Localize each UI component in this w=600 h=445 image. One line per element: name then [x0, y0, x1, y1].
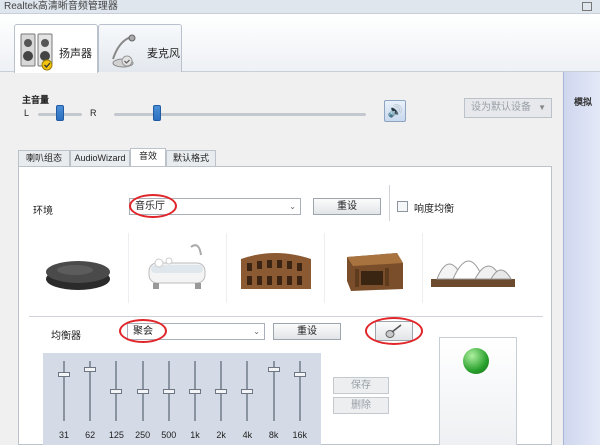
equalizer-highlight-oval: [119, 319, 167, 343]
eq-band-knob[interactable]: [293, 372, 306, 377]
microphone-icon: [112, 34, 136, 68]
environment-thumbnail[interactable]: [31, 233, 129, 303]
volume-track[interactable]: [114, 113, 366, 116]
loudness-checkbox[interactable]: [397, 201, 408, 212]
chevron-down-icon: ⌄: [289, 202, 296, 211]
save-button[interactable]: 保存: [333, 377, 389, 394]
delete-button[interactable]: 删除: [333, 397, 389, 414]
balance-left-label: L: [24, 108, 30, 118]
side-panel: 模拟: [563, 72, 600, 445]
eq-band-knob[interactable]: [241, 388, 254, 394]
window-title: Realtek高清晰音频管理器: [4, 1, 118, 12]
eq-band-knob[interactable]: [110, 388, 123, 394]
arena-icon: [347, 253, 403, 291]
loudness-label: 响度均衡: [414, 204, 454, 215]
eq-band-rail: [298, 361, 301, 421]
delete-label: 删除: [351, 400, 371, 411]
tab-microphone-label: 麦克风: [147, 48, 180, 60]
eq-band-slider[interactable]: 16k: [287, 353, 313, 445]
equalizer-label: 均衡器: [51, 331, 81, 342]
eq-band-frequency-label: 16k: [292, 430, 308, 440]
tab-sound-effects-label: 音效: [138, 151, 157, 161]
tab-audiowizard[interactable]: AudioWizard: [70, 150, 130, 166]
tab-default-format[interactable]: 默认格式: [166, 150, 216, 166]
chevron-down-icon: ▼: [538, 103, 546, 112]
tab-audiowizard-label: AudioWizard: [74, 153, 126, 163]
preview-area: [439, 337, 517, 445]
balance-slider-thumb[interactable]: [56, 105, 64, 121]
set-default-device-label: 设为默认设备: [471, 102, 531, 113]
save-label: 保存: [351, 380, 371, 391]
environment-label: 环境: [33, 206, 53, 217]
divider: [29, 316, 543, 317]
equalizer-reset-label: 重设: [297, 326, 317, 337]
window-control-icon[interactable]: [582, 2, 592, 11]
guitar-highlight-oval: [365, 317, 423, 345]
tab-default-format-label: 默认格式: [172, 153, 209, 163]
sound-effects-panel: 环境 音乐厅 ⌄ 重设 响度均衡 均衡器 聚会 ⌄ 重设 31 62 125 2…: [18, 166, 552, 445]
colosseum-icon: [241, 253, 311, 289]
mute-button[interactable]: 🔊: [384, 100, 406, 122]
side-panel-label: 模拟: [574, 97, 593, 107]
tab-speaker-config-label: 喇叭组态: [25, 153, 62, 163]
stone-disc-icon: [46, 261, 110, 290]
eq-band-knob[interactable]: [58, 372, 70, 377]
master-volume-label: 主音量: [22, 95, 50, 105]
environment-thumbnail[interactable]: [423, 233, 521, 303]
equalizer-reset-button[interactable]: 重设: [273, 323, 341, 340]
equalizer-bands: 31 62 125 250 500 1k 2k 4k 8k 16k: [43, 353, 321, 445]
tab-speaker[interactable]: 扬声器: [14, 24, 98, 73]
master-volume-section: 主音量 L R 🔊 设为默认设备 ▼: [0, 72, 563, 150]
tab-microphone[interactable]: 麦克风: [98, 24, 182, 72]
tab-sound-effects[interactable]: 音效: [130, 148, 166, 166]
environment-thumbnail[interactable]: [325, 233, 423, 303]
balance-right-label: R: [90, 108, 97, 118]
speaker-icon: [20, 33, 53, 71]
volume-slider-thumb[interactable]: [152, 105, 161, 121]
eq-band-knob[interactable]: [215, 388, 228, 394]
environment-highlight-oval: [129, 194, 177, 218]
eq-band-knob[interactable]: [136, 388, 149, 394]
set-default-device-button[interactable]: 设为默认设备 ▼: [464, 98, 552, 118]
chevron-down-icon: ⌄: [253, 327, 260, 336]
device-tab-strip: 扬声器 麦克风: [0, 14, 600, 73]
environment-reset-label: 重设: [337, 201, 357, 212]
opera-house-icon: [431, 260, 515, 287]
eq-band-knob[interactable]: [189, 388, 201, 394]
green-ball-icon: [463, 348, 489, 374]
divider: [389, 185, 390, 221]
speaker-volume-icon: 🔊: [387, 104, 403, 118]
tab-speaker-config[interactable]: 喇叭组态: [18, 150, 70, 166]
title-bar: Realtek高清晰音频管理器: [0, 0, 600, 14]
environment-thumbnail[interactable]: [227, 233, 325, 303]
eq-band-rail: [63, 361, 65, 421]
bathtub-icon: [148, 244, 206, 289]
eq-band-knob[interactable]: [267, 366, 280, 372]
environment-reset-button[interactable]: 重设: [313, 198, 381, 215]
eq-band-knob[interactable]: [162, 388, 175, 394]
environment-thumbnail[interactable]: [129, 233, 227, 303]
eq-band-knob[interactable]: [84, 366, 97, 372]
tab-speaker-label: 扬声器: [59, 48, 92, 60]
